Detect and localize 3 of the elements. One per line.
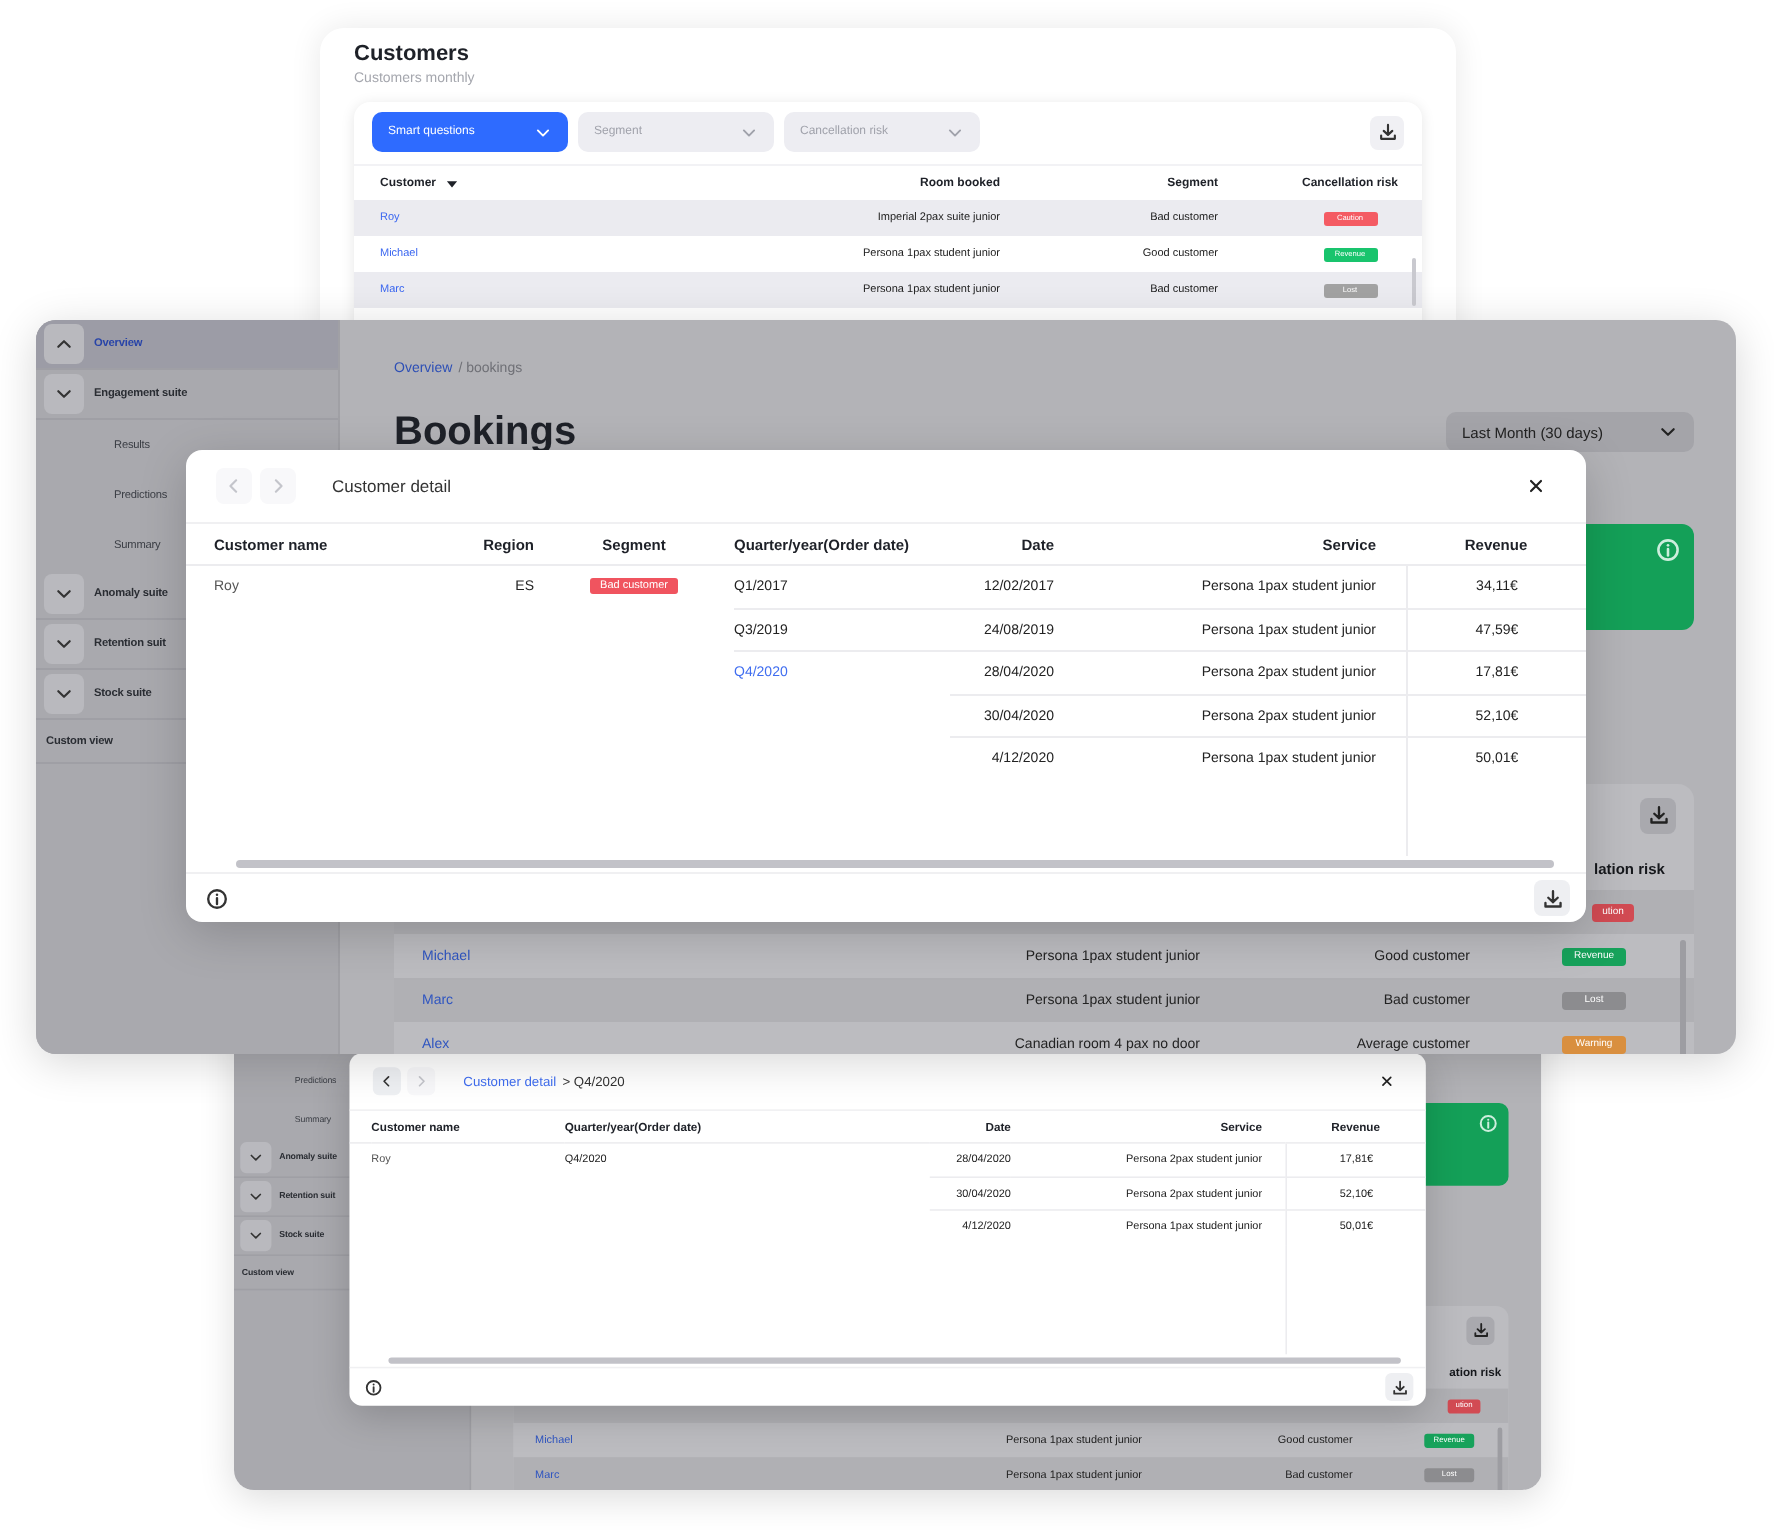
panel-title: Customers [354, 39, 469, 67]
dialog-title: Customer detail [332, 476, 452, 496]
page-title: Bookings [394, 409, 577, 455]
